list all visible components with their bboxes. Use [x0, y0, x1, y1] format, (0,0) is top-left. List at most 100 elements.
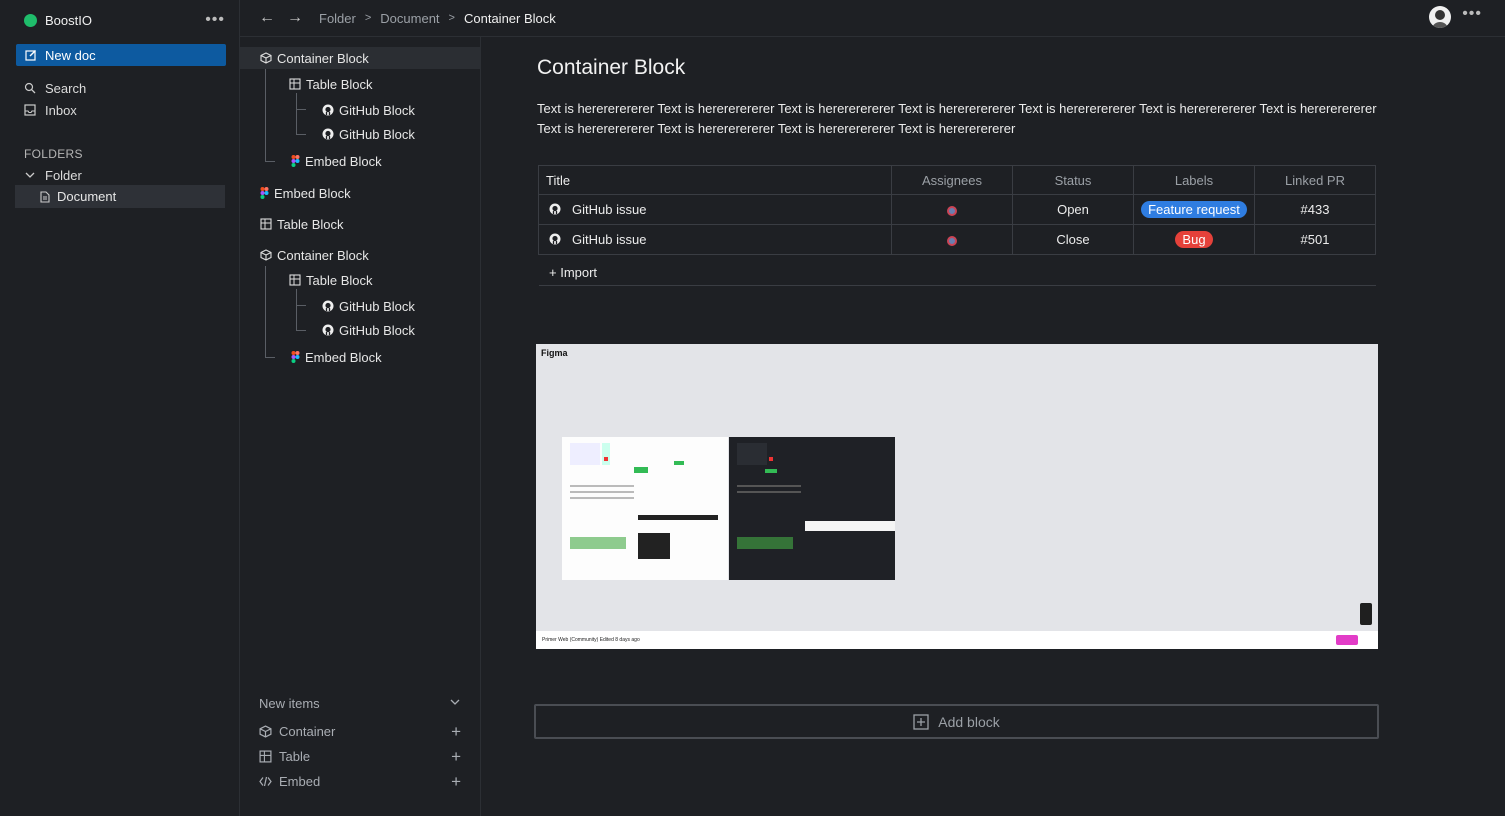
design-preview-light	[562, 437, 728, 580]
labels-cell[interactable]: Bug	[1133, 224, 1255, 255]
column-header-title[interactable]: Title	[538, 165, 892, 195]
linked-pr-cell[interactable]: #501	[1254, 224, 1376, 255]
import-button[interactable]: + Import	[539, 259, 1376, 286]
new-items-header[interactable]: New items	[259, 696, 461, 711]
tree-item-github-block[interactable]: GitHub Block	[322, 319, 415, 341]
design-thumbnail-image	[570, 443, 718, 559]
add-square-icon	[913, 713, 929, 730]
figma-icon	[291, 351, 300, 363]
back-arrow-icon[interactable]: ←	[259, 9, 275, 27]
new-items-label: New items	[259, 696, 320, 711]
tree-item-embed-block[interactable]: Embed Block	[291, 346, 382, 368]
new-doc-button[interactable]: New doc	[16, 44, 226, 66]
linked-pr-cell[interactable]: #433	[1254, 194, 1376, 225]
tree-connector	[296, 289, 297, 331]
status-cell[interactable]: Open	[1012, 194, 1134, 225]
left-navigation: BoostIO ••• New doc Search Inbox FOLDERS…	[0, 0, 240, 816]
document-item[interactable]: Document	[15, 185, 225, 208]
add-container-item[interactable]: Container +	[259, 723, 461, 740]
edit-icon	[25, 50, 36, 61]
table-icon	[259, 750, 272, 763]
document-editor: Container Block Text is herererererer Te…	[481, 37, 1505, 816]
tree-connector	[265, 357, 275, 358]
block-tree-panel: ‹ Container Block Table Block GitHub Blo…	[240, 37, 481, 816]
embed-action-button[interactable]	[1336, 635, 1358, 645]
cube-icon	[260, 52, 272, 64]
add-table-label: Table	[279, 749, 311, 764]
add-block-button[interactable]: Add block	[534, 704, 1379, 739]
tree-item-github-block[interactable]: GitHub Block	[322, 99, 415, 121]
tree-item-label: Table Block	[306, 76, 373, 92]
team-name[interactable]: BoostIO	[45, 13, 205, 28]
github-issues-table: Title Assignees Status Labels Linked PR …	[538, 165, 1376, 255]
github-icon	[322, 104, 334, 116]
column-header-assignees[interactable]: Assignees	[891, 165, 1013, 195]
page-title[interactable]: Container Block	[537, 56, 685, 80]
breadcrumb-current[interactable]: Container Block	[464, 11, 556, 26]
tree-item-label: Container Block	[277, 50, 369, 66]
add-container-label: Container	[279, 724, 336, 739]
tree-connector	[296, 305, 306, 306]
top-bar: ← → Folder > Document > Container Block …	[240, 0, 1505, 37]
breadcrumb-separator-icon: >	[448, 12, 455, 24]
plus-icon[interactable]: +	[451, 723, 461, 740]
figma-embed[interactable]: Figma Primer Web (Community) Edited 8 da…	[536, 344, 1378, 649]
tree-connector	[296, 109, 306, 110]
chevron-down-icon[interactable]	[24, 169, 36, 181]
assignees-cell[interactable]	[891, 194, 1013, 225]
tree-item-embed-block[interactable]: Embed Block	[260, 182, 351, 204]
design-thumbnail-image	[737, 443, 905, 549]
assignee-avatar[interactable]	[947, 235, 957, 246]
user-avatar[interactable]	[1429, 6, 1451, 28]
search-icon	[24, 82, 36, 94]
tree-item-table-block[interactable]: Table Block	[289, 73, 372, 95]
forward-arrow-icon[interactable]: →	[287, 9, 303, 27]
team-menu-icon[interactable]: •••	[205, 12, 225, 28]
issue-title-cell[interactable]: GitHub issue	[538, 224, 892, 255]
plus-icon[interactable]: +	[451, 773, 461, 790]
figma-icon	[260, 187, 269, 199]
tree-item-github-block[interactable]: GitHub Block	[322, 295, 415, 317]
breadcrumb-folder[interactable]: Folder	[319, 11, 356, 26]
tree-item-embed-block[interactable]: Embed Block	[291, 150, 382, 172]
team-icon	[24, 13, 37, 27]
embed-footer-text: Primer Web (Community) Edited 8 days ago	[542, 637, 640, 643]
tree-item-table-block[interactable]: Table Block	[289, 269, 372, 291]
breadcrumb: Folder > Document > Container Block	[319, 11, 556, 26]
status-cell[interactable]: Close	[1012, 224, 1134, 255]
label-badge: Bug	[1175, 231, 1213, 248]
assignees-cell[interactable]	[891, 224, 1013, 255]
label-badge: Feature request	[1141, 201, 1247, 218]
code-icon	[259, 776, 272, 787]
column-header-status[interactable]: Status	[1012, 165, 1134, 195]
table-row[interactable]: GitHub issue Close Bug #501	[538, 224, 1376, 255]
tree-item-container-block[interactable]: Container Block	[260, 244, 369, 266]
github-icon	[322, 300, 334, 312]
tree-item-github-block[interactable]: GitHub Block	[322, 123, 415, 145]
labels-cell[interactable]: Feature request	[1133, 194, 1255, 225]
column-header-labels[interactable]: Labels	[1133, 165, 1255, 195]
nav-search[interactable]: Search	[24, 78, 86, 98]
nav-inbox[interactable]: Inbox	[24, 100, 77, 120]
text-block[interactable]: Text is herererererer Text is herererere…	[537, 99, 1393, 139]
chevron-down-icon[interactable]	[449, 696, 461, 708]
tree-item-table-block[interactable]: Table Block	[260, 213, 343, 235]
table-icon	[260, 218, 272, 230]
add-table-item[interactable]: Table +	[259, 748, 461, 765]
inbox-icon	[24, 104, 36, 116]
cube-icon	[260, 249, 272, 261]
table-icon	[289, 274, 301, 286]
issue-title-cell[interactable]: GitHub issue	[538, 194, 892, 225]
tree-item-label: GitHub Block	[339, 298, 415, 314]
column-header-linked-pr[interactable]: Linked PR	[1254, 165, 1376, 195]
breadcrumb-separator-icon: >	[364, 12, 372, 24]
more-options-icon[interactable]: •••	[1462, 6, 1482, 22]
table-row[interactable]: GitHub issue Open Feature request #433	[538, 194, 1376, 225]
zoom-control-icon[interactable]	[1360, 603, 1372, 625]
assignee-avatar[interactable]	[947, 205, 957, 216]
breadcrumb-document[interactable]: Document	[380, 11, 439, 26]
folder-item[interactable]: Folder	[24, 165, 82, 185]
add-embed-item[interactable]: Embed +	[259, 773, 461, 790]
plus-icon[interactable]: +	[451, 748, 461, 765]
tree-item-container-block[interactable]: Container Block	[240, 47, 480, 69]
